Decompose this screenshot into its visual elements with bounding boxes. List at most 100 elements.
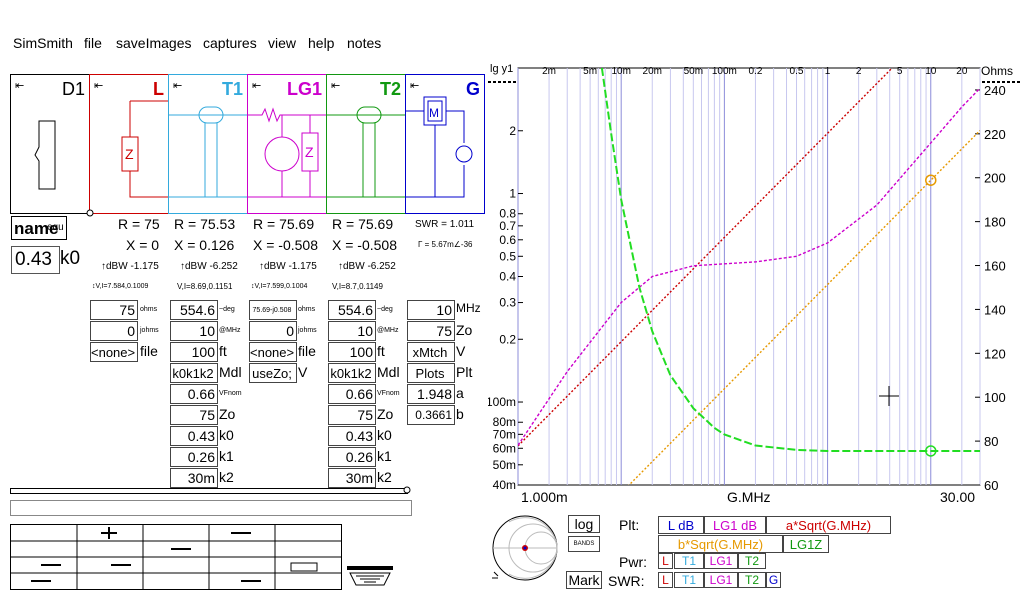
- t2-mdl-field[interactable]: k0k1k2: [328, 363, 376, 383]
- right-tick-label: 80: [984, 434, 998, 449]
- right-tick-label: 160: [984, 259, 1006, 274]
- t2-ft-field[interactable]: 100: [328, 342, 376, 362]
- t1-vf-field[interactable]: 0.66: [170, 384, 218, 404]
- g-mhz-field[interactable]: 10: [407, 300, 455, 320]
- right-tick-label: 120: [984, 346, 1006, 361]
- l-ohms-label: ohms: [140, 306, 158, 313]
- left-tick-label: 0.6: [499, 233, 516, 247]
- t1-zo-label: Zo: [219, 406, 236, 422]
- menu-simsmith[interactable]: SimSmith: [13, 35, 73, 51]
- l-file-field[interactable]: <none>: [90, 342, 138, 362]
- t1-mdl-field[interactable]: k0k1k2: [170, 363, 218, 383]
- panel-g[interactable]: ⇤ G M: [405, 74, 485, 214]
- right-tick-label: 240: [984, 83, 1006, 98]
- g-xmtch-field[interactable]: xMtch: [407, 342, 455, 362]
- menu-notes[interactable]: notes: [347, 35, 381, 51]
- plot-l-db-button[interactable]: L dB: [658, 516, 704, 534]
- mark-button[interactable]: Mark: [566, 571, 602, 589]
- t1-k1-field[interactable]: 0.26: [170, 447, 218, 467]
- right-tick-label: 220: [984, 127, 1006, 142]
- t2-deg-field[interactable]: 554.6: [328, 300, 376, 320]
- panel-t1[interactable]: ⇤ T1: [168, 74, 248, 214]
- g-b-field[interactable]: 0.3661: [407, 405, 455, 425]
- pwr-lg1-toggle[interactable]: LG1: [704, 553, 738, 569]
- chart-right-title: Ohms: [981, 64, 1014, 78]
- swr-t1-toggle[interactable]: T1: [674, 572, 704, 588]
- panel-lg1[interactable]: ⇤ LG1 Z: [247, 74, 327, 214]
- panel-d1[interactable]: ⇤ D1: [10, 74, 90, 214]
- l-johms-field[interactable]: 0: [90, 321, 138, 341]
- panel-t2[interactable]: ⇤ T2: [326, 74, 406, 214]
- t1-k1-label: k1: [219, 448, 234, 464]
- svg-text:Z: Z: [305, 144, 314, 160]
- t2-r-readout: R = 75.69: [332, 216, 394, 232]
- t1-ft-field[interactable]: 100: [170, 342, 218, 362]
- g-zo-field[interactable]: 75: [407, 321, 455, 341]
- menu-file[interactable]: file: [84, 35, 102, 51]
- plot-a-sqrt-button[interactable]: a*Sqrt(G.MHz): [766, 516, 891, 534]
- t2-mhz-field[interactable]: 10: [328, 321, 376, 341]
- t2-zo-field[interactable]: 75: [328, 405, 376, 425]
- swr-l-toggle[interactable]: L: [658, 572, 673, 588]
- lg1-ohms-label: ohms: [298, 306, 316, 313]
- t1-deg-label: ~deg: [219, 306, 235, 313]
- t1-zo-field[interactable]: 75: [170, 405, 218, 425]
- t1-vi-readout: V,I=8.69,0.1151: [177, 282, 233, 291]
- scroll-strip[interactable]: [10, 488, 408, 494]
- menu-help[interactable]: help: [308, 35, 334, 51]
- t2-zo-label: Zo: [377, 406, 394, 422]
- t2-mdl-label: Mdl: [377, 364, 400, 380]
- lg1-usezo-label: V: [298, 364, 308, 380]
- t2-k2-label: k2: [377, 469, 392, 485]
- menu-captures[interactable]: captures: [203, 35, 257, 51]
- l-ohms-field[interactable]: 75: [90, 300, 138, 320]
- left-tick-label: 0.7: [499, 219, 516, 233]
- plot-b-sqrt-button[interactable]: b*Sqrt(G.MHz): [658, 535, 783, 553]
- top-tick-label: 20: [956, 66, 968, 77]
- bands-button[interactable]: BANDS: [568, 536, 600, 552]
- lg1-file-field[interactable]: <none>: [249, 342, 297, 362]
- t2-vf-field[interactable]: 0.66: [328, 384, 376, 404]
- top-tick-label: 0.2: [748, 66, 762, 77]
- pwr-l-toggle[interactable]: L: [658, 553, 673, 569]
- t2-k2-field[interactable]: 30m: [328, 468, 376, 488]
- top-tick-label: 2: [856, 66, 862, 77]
- main-chart[interactable]: 2m 5m 10m 20m 50m 100m 0.2 0.5 1 2 5 10 20210.80.70.…: [488, 60, 1024, 500]
- t1-k0-field[interactable]: 0.43: [170, 426, 218, 446]
- lg1-usezo-field[interactable]: useZo;: [249, 363, 297, 383]
- lg1-johms-field[interactable]: 0: [249, 321, 297, 341]
- lg1-x-readout: X = -0.508: [253, 237, 318, 253]
- t2-k0-field[interactable]: 0.43: [328, 426, 376, 446]
- swr-t2-toggle[interactable]: T2: [738, 572, 766, 588]
- g-plots-label: Plt: [456, 364, 473, 380]
- panel-l[interactable]: ⇤ L Z: [89, 74, 169, 214]
- left-tick-label: 0.4: [499, 270, 516, 284]
- t2-k0-label: k0: [377, 427, 392, 443]
- plot-lg1-db-button[interactable]: LG1 dB: [704, 516, 766, 534]
- right-tick-label: 140: [984, 302, 1006, 317]
- k0-value: 0.43: [15, 249, 52, 270]
- component-palette[interactable]: [10, 524, 342, 590]
- log-button[interactable]: log: [568, 515, 600, 533]
- t1-k2-field[interactable]: 30m: [170, 468, 218, 488]
- swr-g-toggle[interactable]: G: [766, 572, 781, 588]
- pwr-t1-toggle[interactable]: T1: [674, 553, 704, 569]
- g-a-field[interactable]: 1.948: [407, 384, 455, 404]
- k0-field[interactable]: 0.43: [11, 246, 60, 274]
- lg1-ohms-field[interactable]: 75.69-j0.508: [249, 300, 297, 320]
- menu-saveimages[interactable]: saveImages: [116, 35, 191, 51]
- smith-chart-icon[interactable]: [488, 514, 564, 584]
- left-tick-label: 50m: [493, 458, 516, 472]
- t2-k1-field[interactable]: 0.26: [328, 447, 376, 467]
- element-palette-row[interactable]: [10, 500, 412, 516]
- menu-view[interactable]: view: [268, 35, 296, 51]
- t1-k2-label: k2: [219, 469, 234, 485]
- swr-lg1-toggle[interactable]: LG1: [704, 572, 738, 588]
- equ-label: equ: [47, 222, 64, 233]
- t1-mhz-field[interactable]: 10: [170, 321, 218, 341]
- pwr-t2-toggle[interactable]: T2: [738, 553, 766, 569]
- t1-deg-field[interactable]: 554.6: [170, 300, 218, 320]
- antenna-thumbnail-icon[interactable]: [346, 565, 394, 587]
- g-plots-button[interactable]: Plots: [407, 363, 455, 383]
- plot-lg1z-button[interactable]: LG1Z: [783, 535, 829, 553]
